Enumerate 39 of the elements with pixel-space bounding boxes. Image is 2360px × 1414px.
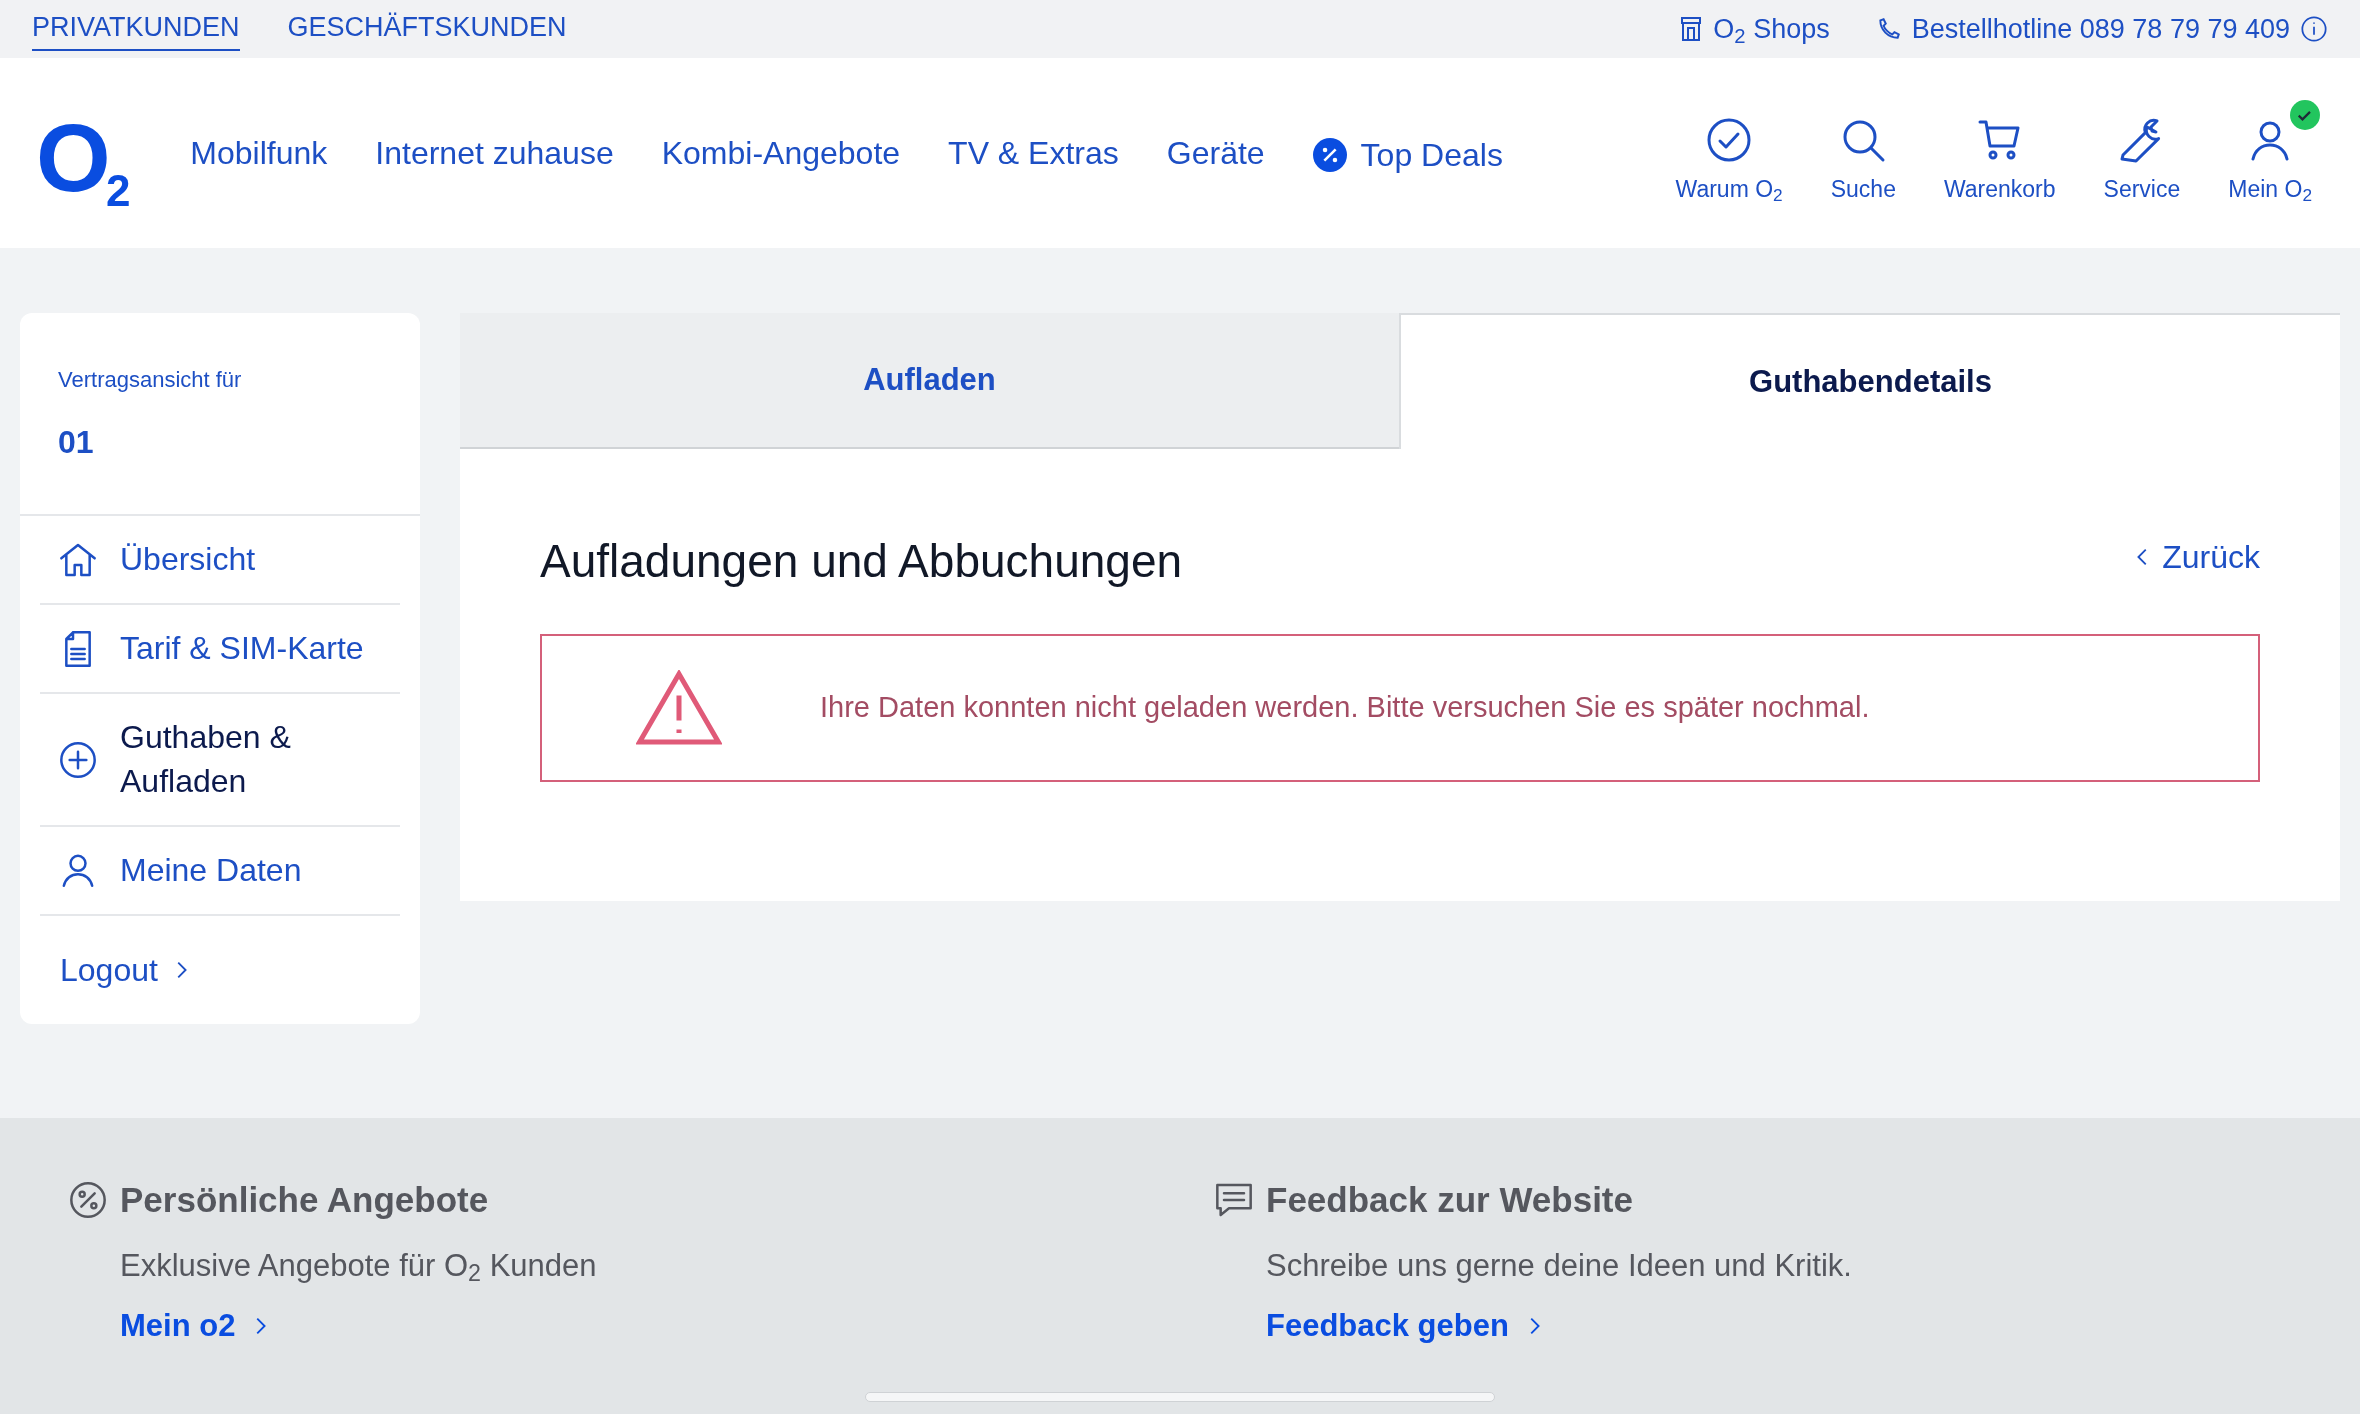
section-title: Aufladungen und Abbuchungen [540,534,1183,589]
footer-title: Feedback zur Website [1266,1179,1633,1221]
percent-badge-icon [1312,138,1347,172]
footer-link[interactable]: Feedback geben [1266,1303,2360,1350]
sidebar-item[interactable]: Meine Daten [40,826,400,916]
tab[interactable]: Guthabendetails [1399,313,2340,449]
nav-link[interactable]: Internet zuhause [375,129,614,177]
nav-link[interactable]: Top Deals [1312,131,1503,179]
logout-link[interactable]: Logout [40,915,400,1024]
back-link[interactable]: Zurück [2132,532,2260,581]
header-action[interactable]: Warenkorb [1919,99,2080,207]
footer-link[interactable]: Mein o2 [120,1303,1214,1350]
sidebar-item[interactable]: Übersicht [40,516,400,606]
header-action[interactable]: Service [2079,99,2205,207]
sidebar-item[interactable]: Tarif & SIM-Karte [40,605,400,695]
hotline-link[interactable]: Bestellhotline 089 78 79 79 409 [1911,8,2290,50]
nav-link[interactable]: Kombi-Angebote [661,129,901,177]
error-message: Ihre Daten konnten nicht geladen werden. Bitte versuchen Sie es später nochmal. [820,690,1870,726]
footer-text: Exklusive Angebote für O$_{2}$ Kunden [120,1246,598,1289]
contract-caption: Vertragsansicht für [58,366,243,394]
warning-icon [636,670,722,746]
percent-icon [68,1180,108,1221]
footer-text: Schreibe uns gerne deine Ideen und Kritik. [1266,1246,1853,1285]
shop-icon [1679,16,1704,42]
footer-title: Persönliche Angebote [120,1179,489,1221]
segment-link[interactable]: PRIVATKUNDEN [32,6,240,52]
plus-icon [58,739,98,780]
header-action[interactable]: Mein O$_{2}$ [2204,99,2336,207]
header-action[interactable]: Suche [1806,99,1920,207]
header-action[interactable]: Warum O$_{2}$ [1651,99,1807,207]
nav-link[interactable]: Mobilfunk [190,129,328,177]
nav-link[interactable]: TV & Extras [948,129,1119,177]
tab[interactable]: Aufladen [460,313,1399,449]
contract-number: 01 [58,423,95,462]
segment-link[interactable]: GESCHÄFTSKUNDEN [287,6,567,52]
shops-link[interactable]: O$_{2}$ Shops [1713,8,1830,50]
info-icon[interactable] [2300,15,2328,43]
sidebar-item[interactable]: Guthaben & Aufladen [40,694,400,827]
nav-link[interactable]: Geräte [1166,129,1265,177]
